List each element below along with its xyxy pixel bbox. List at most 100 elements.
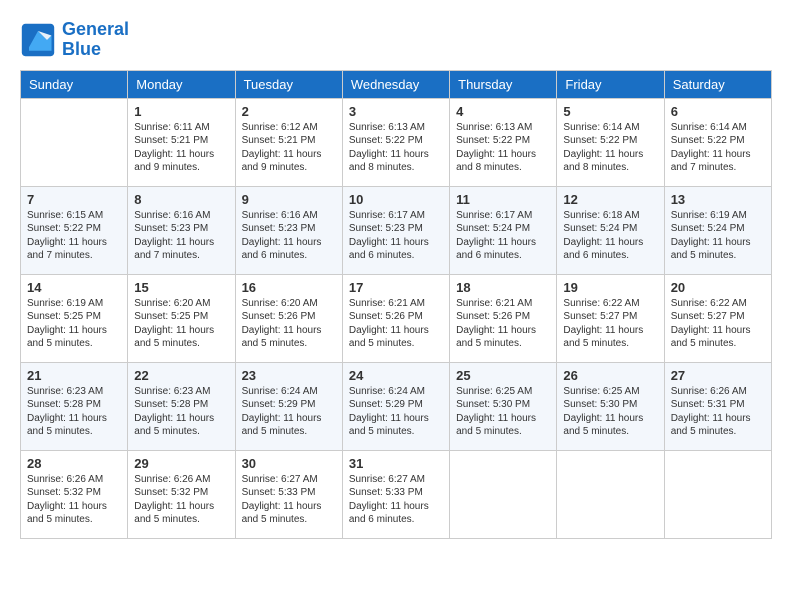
cell-info: Sunrise: 6:23 AM Sunset: 5:28 PM Dayligh… bbox=[134, 385, 228, 439]
day-number: 12 bbox=[563, 192, 657, 207]
logo-icon bbox=[20, 22, 56, 58]
cell-info: Sunrise: 6:25 AM Sunset: 5:30 PM Dayligh… bbox=[456, 385, 550, 439]
calendar-cell: 13 Sunrise: 6:19 AM Sunset: 5:24 PM Dayli… bbox=[664, 186, 771, 274]
cell-info: Sunrise: 6:17 AM Sunset: 5:24 PM Dayligh… bbox=[456, 209, 550, 263]
day-number: 19 bbox=[563, 280, 657, 295]
calendar-cell: 28 Sunrise: 6:26 AM Sunset: 5:32 PM Dayli… bbox=[21, 450, 128, 538]
day-number: 9 bbox=[242, 192, 336, 207]
day-number: 30 bbox=[242, 456, 336, 471]
cell-info: Sunrise: 6:26 AM Sunset: 5:31 PM Dayligh… bbox=[671, 385, 765, 439]
cell-info: Sunrise: 6:14 AM Sunset: 5:22 PM Dayligh… bbox=[671, 121, 765, 175]
calendar-cell: 9 Sunrise: 6:16 AM Sunset: 5:23 PM Daylig… bbox=[235, 186, 342, 274]
calendar-cell bbox=[450, 450, 557, 538]
calendar-cell: 25 Sunrise: 6:25 AM Sunset: 5:30 PM Dayli… bbox=[450, 362, 557, 450]
week-row-1: 1 Sunrise: 6:11 AM Sunset: 5:21 PM Daylig… bbox=[21, 98, 772, 186]
day-number: 20 bbox=[671, 280, 765, 295]
calendar-cell: 23 Sunrise: 6:24 AM Sunset: 5:29 PM Dayli… bbox=[235, 362, 342, 450]
cell-info: Sunrise: 6:19 AM Sunset: 5:24 PM Dayligh… bbox=[671, 209, 765, 263]
calendar-cell: 20Sunrise: 6:22 AM Sunset: 5:27 PM Dayli… bbox=[664, 274, 771, 362]
calendar-cell: 16 Sunrise: 6:20 AM Sunset: 5:26 PM Dayli… bbox=[235, 274, 342, 362]
logo-text: General Blue bbox=[62, 20, 129, 60]
cell-info: Sunrise: 6:18 AM Sunset: 5:24 PM Dayligh… bbox=[563, 209, 657, 263]
day-header-tuesday: Tuesday bbox=[235, 70, 342, 98]
calendar-cell: 24Sunrise: 6:24 AM Sunset: 5:29 PM Dayli… bbox=[342, 362, 449, 450]
day-number: 5 bbox=[563, 104, 657, 119]
cell-info: Sunrise: 6:13 AM Sunset: 5:22 PM Dayligh… bbox=[349, 121, 443, 175]
cell-info: Sunrise: 6:20 AM Sunset: 5:25 PM Dayligh… bbox=[134, 297, 228, 351]
cell-info: Sunrise: 6:13 AM Sunset: 5:22 PM Dayligh… bbox=[456, 121, 550, 175]
day-number: 18 bbox=[456, 280, 550, 295]
cell-info: Sunrise: 6:17 AM Sunset: 5:23 PM Dayligh… bbox=[349, 209, 443, 263]
calendar-cell: 12 Sunrise: 6:18 AM Sunset: 5:24 PM Dayli… bbox=[557, 186, 664, 274]
header-row: SundayMondayTuesdayWednesdayThursdayFrid… bbox=[21, 70, 772, 98]
calendar-cell: 1 Sunrise: 6:11 AM Sunset: 5:21 PM Daylig… bbox=[128, 98, 235, 186]
day-number: 15 bbox=[134, 280, 228, 295]
day-number: 27 bbox=[671, 368, 765, 383]
calendar-cell: 22 Sunrise: 6:23 AM Sunset: 5:28 PM Dayli… bbox=[128, 362, 235, 450]
calendar-cell: 3 Sunrise: 6:13 AM Sunset: 5:22 PM Daylig… bbox=[342, 98, 449, 186]
calendar-cell: 17 Sunrise: 6:21 AM Sunset: 5:26 PM Dayli… bbox=[342, 274, 449, 362]
day-number: 21 bbox=[27, 368, 121, 383]
calendar-cell: 18 Sunrise: 6:21 AM Sunset: 5:26 PM Dayli… bbox=[450, 274, 557, 362]
calendar-cell bbox=[21, 98, 128, 186]
cell-info: Sunrise: 6:12 AM Sunset: 5:21 PM Dayligh… bbox=[242, 121, 336, 175]
cell-info: Sunrise: 6:26 AM Sunset: 5:32 PM Dayligh… bbox=[27, 473, 121, 527]
cell-info: Sunrise: 6:16 AM Sunset: 5:23 PM Dayligh… bbox=[242, 209, 336, 263]
cell-info: Sunrise: 6:14 AM Sunset: 5:22 PM Dayligh… bbox=[563, 121, 657, 175]
calendar-cell: 10 Sunrise: 6:17 AM Sunset: 5:23 PM Dayli… bbox=[342, 186, 449, 274]
cell-info: Sunrise: 6:25 AM Sunset: 5:30 PM Dayligh… bbox=[563, 385, 657, 439]
cell-info: Sunrise: 6:27 AM Sunset: 5:33 PM Dayligh… bbox=[242, 473, 336, 527]
day-number: 13 bbox=[671, 192, 765, 207]
day-number: 22 bbox=[134, 368, 228, 383]
week-row-4: 21 Sunrise: 6:23 AM Sunset: 5:28 PM Dayli… bbox=[21, 362, 772, 450]
day-number: 1 bbox=[134, 104, 228, 119]
calendar-cell: 19 Sunrise: 6:22 AM Sunset: 5:27 PM Dayli… bbox=[557, 274, 664, 362]
day-number: 4 bbox=[456, 104, 550, 119]
cell-info: Sunrise: 6:21 AM Sunset: 5:26 PM Dayligh… bbox=[456, 297, 550, 351]
cell-info: Sunrise: 6:19 AM Sunset: 5:25 PM Dayligh… bbox=[27, 297, 121, 351]
cell-info: Sunrise: 6:11 AM Sunset: 5:21 PM Dayligh… bbox=[134, 121, 228, 175]
day-number: 10 bbox=[349, 192, 443, 207]
day-header-sunday: Sunday bbox=[21, 70, 128, 98]
cell-info: Sunrise: 6:20 AM Sunset: 5:26 PM Dayligh… bbox=[242, 297, 336, 351]
day-number: 16 bbox=[242, 280, 336, 295]
page-header: General Blue bbox=[20, 20, 772, 60]
calendar-cell: 30 Sunrise: 6:27 AM Sunset: 5:33 PM Dayli… bbox=[235, 450, 342, 538]
day-number: 2 bbox=[242, 104, 336, 119]
day-header-thursday: Thursday bbox=[450, 70, 557, 98]
calendar-cell: 5 Sunrise: 6:14 AM Sunset: 5:22 PM Daylig… bbox=[557, 98, 664, 186]
day-number: 6 bbox=[671, 104, 765, 119]
calendar-cell: 11 Sunrise: 6:17 AM Sunset: 5:24 PM Dayli… bbox=[450, 186, 557, 274]
calendar-cell: 26Sunrise: 6:25 AM Sunset: 5:30 PM Dayli… bbox=[557, 362, 664, 450]
calendar-cell: 27 Sunrise: 6:26 AM Sunset: 5:31 PM Dayli… bbox=[664, 362, 771, 450]
cell-info: Sunrise: 6:23 AM Sunset: 5:28 PM Dayligh… bbox=[27, 385, 121, 439]
cell-info: Sunrise: 6:15 AM Sunset: 5:22 PM Dayligh… bbox=[27, 209, 121, 263]
day-number: 29 bbox=[134, 456, 228, 471]
day-number: 17 bbox=[349, 280, 443, 295]
day-number: 23 bbox=[242, 368, 336, 383]
cell-info: Sunrise: 6:22 AM Sunset: 5:27 PM Dayligh… bbox=[563, 297, 657, 351]
cell-info: Sunrise: 6:26 AM Sunset: 5:32 PM Dayligh… bbox=[134, 473, 228, 527]
calendar-cell: 8 Sunrise: 6:16 AM Sunset: 5:23 PM Daylig… bbox=[128, 186, 235, 274]
cell-info: Sunrise: 6:21 AM Sunset: 5:26 PM Dayligh… bbox=[349, 297, 443, 351]
calendar-cell: 7 Sunrise: 6:15 AM Sunset: 5:22 PM Daylig… bbox=[21, 186, 128, 274]
calendar-cell: 14 Sunrise: 6:19 AM Sunset: 5:25 PM Dayli… bbox=[21, 274, 128, 362]
week-row-5: 28 Sunrise: 6:26 AM Sunset: 5:32 PM Dayli… bbox=[21, 450, 772, 538]
calendar-cell: 2 Sunrise: 6:12 AM Sunset: 5:21 PM Daylig… bbox=[235, 98, 342, 186]
calendar-cell: 4 Sunrise: 6:13 AM Sunset: 5:22 PM Daylig… bbox=[450, 98, 557, 186]
day-number: 25 bbox=[456, 368, 550, 383]
cell-info: Sunrise: 6:16 AM Sunset: 5:23 PM Dayligh… bbox=[134, 209, 228, 263]
day-number: 8 bbox=[134, 192, 228, 207]
day-header-friday: Friday bbox=[557, 70, 664, 98]
calendar-cell bbox=[557, 450, 664, 538]
day-number: 14 bbox=[27, 280, 121, 295]
day-number: 7 bbox=[27, 192, 121, 207]
calendar-cell: 31Sunrise: 6:27 AM Sunset: 5:33 PM Dayli… bbox=[342, 450, 449, 538]
cell-info: Sunrise: 6:24 AM Sunset: 5:29 PM Dayligh… bbox=[242, 385, 336, 439]
cell-info: Sunrise: 6:24 AM Sunset: 5:29 PM Dayligh… bbox=[349, 385, 443, 439]
day-number: 3 bbox=[349, 104, 443, 119]
day-number: 11 bbox=[456, 192, 550, 207]
week-row-3: 14 Sunrise: 6:19 AM Sunset: 5:25 PM Dayli… bbox=[21, 274, 772, 362]
day-number: 28 bbox=[27, 456, 121, 471]
calendar-cell: 29 Sunrise: 6:26 AM Sunset: 5:32 PM Dayli… bbox=[128, 450, 235, 538]
